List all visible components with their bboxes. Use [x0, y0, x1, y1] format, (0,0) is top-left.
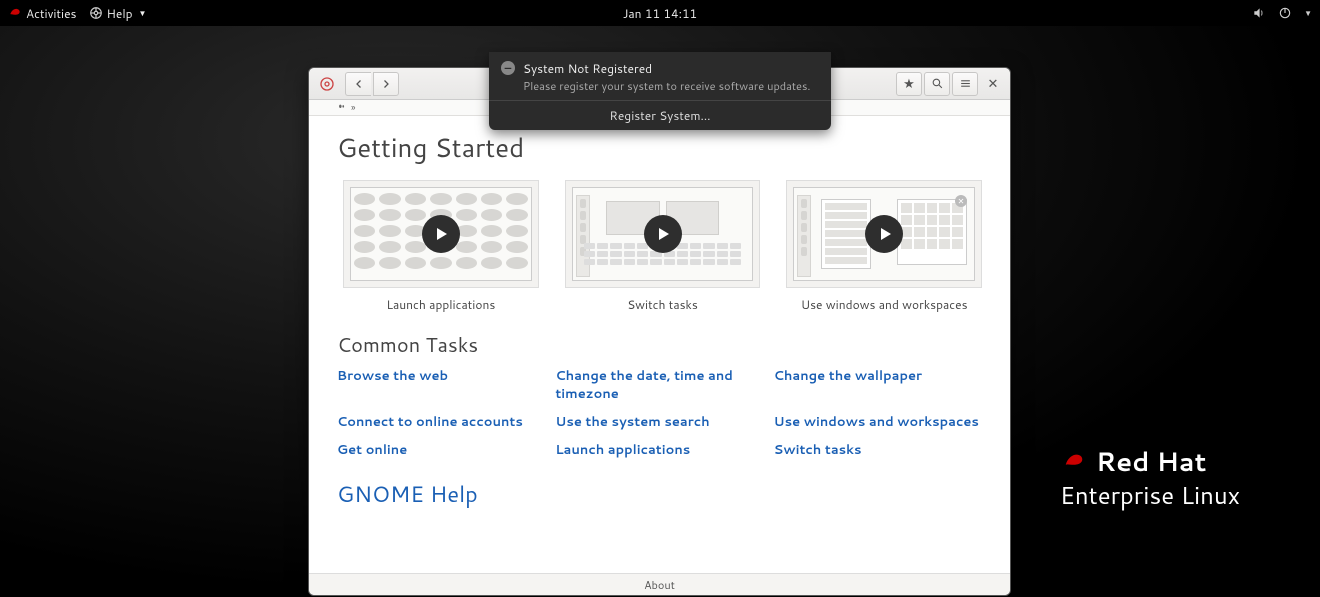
chevron-right-icon: [380, 78, 392, 90]
back-button[interactable]: [345, 72, 371, 96]
notification-title: System Not Registered: [523, 60, 811, 77]
activities-label: Activities: [26, 5, 77, 22]
video-row: Launch applications Switch tasks: [343, 180, 982, 313]
forward-button[interactable]: [373, 72, 399, 96]
window-footer: About: [309, 573, 1010, 595]
video-label: Switch tasks: [565, 296, 761, 313]
video-card-launch-applications: Launch applications: [343, 180, 539, 313]
redhat-icon: [8, 6, 22, 20]
help-menu-label: Help: [107, 5, 133, 22]
watermark-line2: Enterprise Linux: [1060, 478, 1240, 512]
play-icon: [422, 215, 460, 253]
system-menu-chevron-icon[interactable]: ▼: [1304, 7, 1312, 19]
close-icon: ✕: [988, 75, 999, 93]
desktop-background: Red Hat Enterprise Linux ★ ✕ »: [0, 26, 1320, 597]
clock-button[interactable]: Jan 11 14:11: [623, 5, 697, 22]
system-notification: – System Not Registered Please register …: [489, 52, 831, 130]
video-label: Launch applications: [343, 296, 539, 313]
about-link[interactable]: About: [644, 577, 675, 593]
minus-circle-icon: –: [501, 61, 515, 75]
hamburger-icon: [959, 77, 972, 90]
notification-message: Please register your system to receive s…: [523, 78, 811, 94]
common-tasks-grid: Browse the web Change the date, time and…: [337, 367, 982, 459]
chevron-down-icon: ▼: [139, 7, 147, 19]
help-app-icon: [317, 74, 337, 94]
video-label: Use windows and workspaces: [786, 296, 982, 313]
breadcrumb-sep: »: [351, 101, 356, 115]
register-system-button[interactable]: Register System…: [489, 100, 831, 130]
task-link[interactable]: Change the date, time and timezone: [555, 367, 763, 403]
task-link[interactable]: Change the wallpaper: [774, 367, 982, 403]
star-icon: ★: [903, 75, 915, 93]
distro-watermark: Red Hat Enterprise Linux: [1060, 444, 1240, 512]
task-link[interactable]: Get online: [337, 441, 545, 459]
bookmark-button[interactable]: ★: [896, 72, 922, 96]
task-link[interactable]: Browse the web: [337, 367, 545, 403]
chevron-left-icon: [353, 78, 365, 90]
gnome-help-link[interactable]: GNOME Help: [337, 479, 478, 510]
volume-icon[interactable]: [1252, 6, 1266, 20]
help-menu-button[interactable]: Help ▼: [89, 5, 147, 22]
video-card-windows-workspaces: ✕ Use windows and workspaces: [786, 180, 982, 313]
video-card-switch-tasks: Switch tasks: [565, 180, 761, 313]
task-link[interactable]: Connect to online accounts: [337, 413, 545, 431]
search-icon: [931, 77, 944, 90]
page-title: Getting Started: [337, 130, 982, 166]
help-content: Getting Started Launch applications: [309, 116, 1010, 573]
play-icon: [865, 215, 903, 253]
video-thumb-launch-applications[interactable]: [343, 180, 539, 288]
play-icon: [644, 215, 682, 253]
gnome-top-bar: Activities Help ▼ Jan 11 14:11 ▼: [0, 0, 1320, 26]
clock-label: Jan 11 14:11: [623, 5, 697, 22]
task-link[interactable]: Switch tasks: [774, 441, 982, 459]
task-link[interactable]: Use windows and workspaces: [774, 413, 982, 431]
video-thumb-switch-tasks[interactable]: [565, 180, 761, 288]
video-thumb-windows-workspaces[interactable]: ✕: [786, 180, 982, 288]
close-window-button[interactable]: ✕: [980, 72, 1006, 96]
watermark-line1: Red Hat: [1096, 444, 1207, 480]
common-tasks-heading: Common Tasks: [337, 331, 982, 359]
close-badge-icon: ✕: [955, 195, 967, 207]
search-button[interactable]: [924, 72, 950, 96]
hamburger-menu-button[interactable]: [952, 72, 978, 96]
activities-button[interactable]: Activities: [8, 5, 77, 22]
power-icon[interactable]: [1278, 6, 1292, 20]
redhat-logo-icon: [1060, 451, 1088, 473]
task-link[interactable]: Use the system search: [555, 413, 763, 431]
gnome-help-window: ★ ✕ » Getting Started Launch applicati: [308, 67, 1011, 596]
gnome-foot-icon: [337, 103, 347, 113]
lifebuoy-icon: [89, 6, 103, 20]
task-link[interactable]: Launch applications: [555, 441, 763, 459]
